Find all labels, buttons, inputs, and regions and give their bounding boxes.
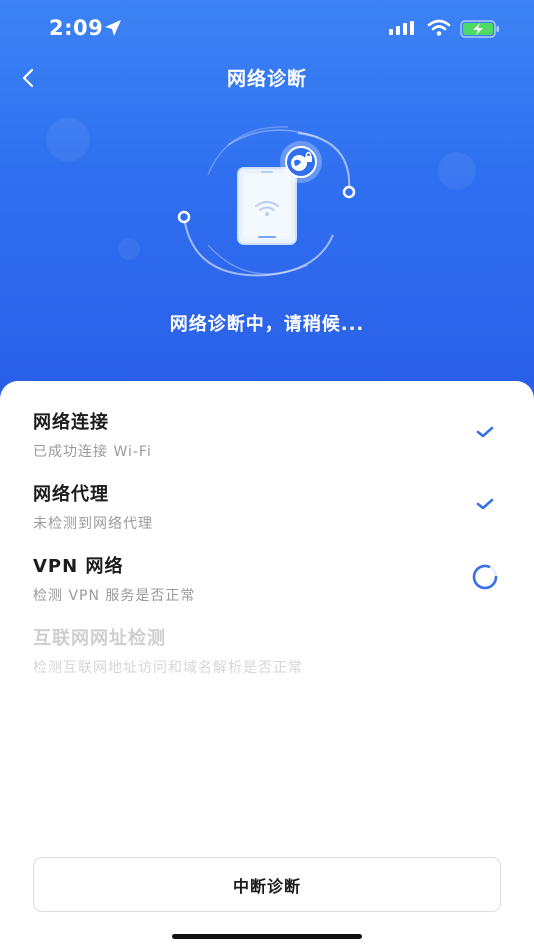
check-item-subtitle: 已成功连接 Wi-Fi	[33, 444, 152, 460]
loading-spinner-icon	[472, 564, 498, 590]
check-item-title: 互联网网址检测	[33, 628, 166, 649]
checkmark-icon	[476, 498, 494, 510]
check-item-network-proxy: 网络代理 未检测到网络代理	[33, 480, 503, 540]
status-bar: 2:09	[0, 0, 534, 58]
header-banner: 2:09 网络诊断 网络诊断中，请稍候...	[0, 0, 534, 400]
stop-diagnosis-button[interactable]: 中断诊断	[33, 857, 501, 912]
page-title: 网络诊断	[226, 68, 307, 90]
check-item-subtitle: 检测 VPN 服务是否正常	[33, 588, 196, 604]
check-item-internet-address: 互联网网址检测 检测互联网地址访问和域名解析是否正常	[33, 624, 503, 684]
cellular-signal-icon	[389, 21, 414, 35]
check-item-title: 网络连接	[33, 412, 109, 433]
status-time: 2:09	[49, 16, 104, 40]
network-diagnosis-illustration	[177, 126, 356, 277]
check-item-subtitle: 检测互联网地址访问和域名解析是否正常	[33, 660, 303, 676]
check-item-subtitle: 未检测到网络代理	[33, 516, 153, 532]
wifi-status-icon	[427, 19, 451, 36]
check-item-network-connection: 网络连接 已成功连接 Wi-Fi	[33, 408, 503, 468]
check-item-title: VPN 网络	[33, 556, 124, 577]
check-item-vpn: VPN 网络 检测 VPN 服务是否正常	[33, 552, 503, 612]
location-arrow-icon	[105, 20, 121, 36]
checkmark-icon	[476, 426, 494, 438]
home-indicator[interactable]	[172, 934, 362, 939]
battery-charging-icon	[460, 20, 499, 38]
check-item-title: 网络代理	[33, 484, 109, 505]
diagnosis-status-text: 网络诊断中，请稍候...	[169, 314, 365, 335]
